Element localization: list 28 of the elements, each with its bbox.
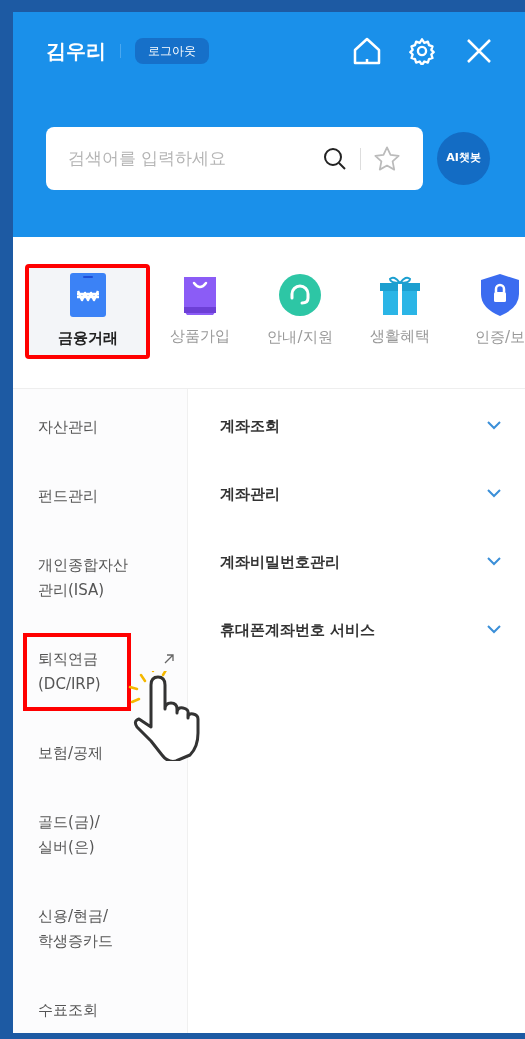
submenu-item[interactable]: 계좌조회 <box>220 415 501 483</box>
menu-item[interactable]: 퇴직연금 (DC/IRP) <box>23 633 131 711</box>
settings-icon[interactable] <box>408 37 436 65</box>
headset-icon <box>279 274 321 317</box>
star-icon[interactable] <box>373 144 401 173</box>
menu-item[interactable]: 수표조회 <box>38 998 98 1023</box>
gift-icon <box>380 275 420 316</box>
category-tab[interactable]: 금융거래 <box>25 264 150 359</box>
close-icon[interactable] <box>466 38 492 64</box>
logout-button[interactable]: 로그아웃 <box>135 38 209 64</box>
user-name: 김우리 <box>46 38 106 65</box>
menu-item[interactable]: 펀드관리 <box>38 484 98 509</box>
search-icon[interactable] <box>322 145 348 172</box>
menu-item[interactable]: 보험/공제 <box>38 741 104 766</box>
search-field[interactable]: 검색어를 입력하세요 <box>46 127 423 190</box>
menu-item[interactable]: 자산관리 <box>38 415 98 440</box>
won-card-icon <box>69 273 106 318</box>
shopping-bag-icon <box>182 275 218 316</box>
home-icon[interactable] <box>352 37 382 65</box>
submenu-item[interactable]: 계좌비밀번호관리 <box>220 551 501 619</box>
search-input[interactable]: 검색어를 입력하세요 <box>68 145 322 172</box>
chatbot-button[interactable]: AI챗봇 <box>437 132 490 185</box>
menu-item[interactable]: 골드(금)/ 실버(은) <box>38 810 100 860</box>
submenu-item[interactable]: 휴대폰계좌번호 서비스 <box>220 619 501 687</box>
menu-item[interactable]: 신용/현금/ 학생증카드 <box>38 904 113 954</box>
shield-lock-icon <box>481 274 519 317</box>
menu-item[interactable]: 개인종합자산 관리(ISA) <box>38 553 128 603</box>
submenu-item[interactable]: 계좌관리 <box>220 483 501 551</box>
